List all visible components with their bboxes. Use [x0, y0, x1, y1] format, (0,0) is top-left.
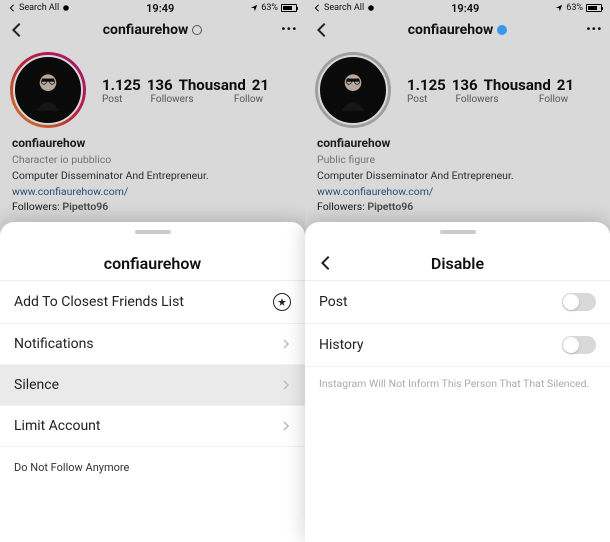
bio-category: Public figure: [317, 152, 598, 168]
battery-icon: [586, 4, 602, 12]
sheet-title-text: confiaurehow: [104, 254, 201, 273]
signal-icon: [62, 4, 70, 12]
verified-badge-icon: [497, 25, 507, 35]
avatar: [318, 55, 388, 125]
bio-website[interactable]: www.confiaurehow.com/: [317, 184, 598, 200]
person-silhouette-icon: [22, 64, 74, 116]
bio-tagline: Computer Disseminator And Entrepreneur.: [317, 168, 598, 184]
followed-by-label: Followers:: [317, 200, 365, 213]
posts-count: 1.125: [102, 76, 141, 94]
left-screen: Search All 19:49 63% confiaurehow ···: [0, 0, 305, 542]
sheet-back-button[interactable]: [317, 254, 335, 272]
followers-label: Followers: [142, 94, 202, 105]
profile-nav: confiaurehow ···: [305, 16, 610, 44]
battery-icon: [281, 4, 297, 12]
bio-website[interactable]: www.confiaurehow.com/: [12, 184, 293, 200]
toggle-post[interactable]: [562, 293, 596, 311]
location-icon: [555, 4, 563, 12]
back-arrow-icon: [313, 4, 321, 12]
posts-count: 1.125: [407, 76, 446, 94]
row-silence[interactable]: Silence: [0, 365, 305, 406]
followers-count: 136: [147, 76, 173, 94]
followed-by-label: Followers:: [12, 200, 60, 213]
sheet-title: confiaurehow: [0, 246, 305, 280]
bio-category: Character: [12, 153, 57, 166]
profile-username-title: confiaurehow: [305, 22, 610, 38]
profile-stats: 1.125 136 Thousand 21 Post Followers Fol…: [102, 52, 295, 128]
search-all-label: Search All: [19, 3, 59, 13]
row-limit-account-label: Limit Account: [14, 418, 100, 434]
disable-sheet: Disable Post History Instagram Will Not …: [305, 222, 610, 542]
battery-percent: 63%: [566, 3, 583, 13]
followed-by-handle[interactable]: Pipetto96: [62, 200, 108, 213]
location-icon: [250, 4, 258, 12]
status-bar: Search All 19:49 63%: [305, 0, 610, 16]
posts-label: Post: [102, 94, 142, 105]
profile-username-title: confiaurehow: [0, 22, 305, 38]
followed-by-handle[interactable]: Pipetto96: [367, 200, 413, 213]
followers-word: Thousand: [179, 76, 246, 94]
followers-label: Followers: [447, 94, 507, 105]
bio-category-suffix: io pubblico: [60, 153, 111, 166]
row-add-close-friends-label: Add To Closest Friends List: [14, 294, 184, 310]
right-screen: Search All 19:49 63% confiaurehow ···: [305, 0, 610, 542]
disable-note: Instagram Will Not Inform This Person Th…: [305, 367, 610, 400]
verified-badge-outline: [192, 25, 202, 35]
row-unfollow[interactable]: Do Not Follow Anymore: [0, 447, 305, 488]
search-all-label: Search All: [324, 3, 364, 13]
follow-label: Follow: [507, 94, 600, 105]
row-limit-account[interactable]: Limit Account: [0, 406, 305, 447]
row-notifications[interactable]: Notifications: [0, 324, 305, 365]
bio-tagline: Computer Disseminator And Entrepreneur.: [12, 168, 293, 184]
toggle-history[interactable]: [562, 336, 596, 354]
avatar-story-ring[interactable]: [10, 52, 86, 128]
posts-label: Post: [407, 94, 447, 105]
profile-nav: confiaurehow ···: [0, 16, 305, 44]
star-circle-icon: [273, 293, 291, 311]
sheet-grab-handle[interactable]: [440, 230, 476, 234]
status-time: 19:49: [146, 2, 174, 15]
sheet-title-text: Disable: [431, 254, 484, 273]
status-time: 19:49: [451, 2, 479, 15]
row-disable-post: Post: [305, 281, 610, 324]
following-count: 21: [557, 76, 574, 94]
back-arrow-icon: [8, 4, 16, 12]
row-disable-history: History: [305, 324, 610, 367]
profile-username-text: confiaurehow: [103, 22, 189, 38]
profile-bio: confiaurehow Character io pubblico Compu…: [0, 132, 305, 217]
avatar: [13, 55, 83, 125]
chevron-left-icon: [317, 254, 335, 272]
person-silhouette-icon: [327, 64, 379, 116]
sheet-grab-handle[interactable]: [135, 230, 171, 234]
follow-label: Follow: [202, 94, 295, 105]
chevron-right-icon: [281, 421, 291, 431]
battery-percent: 63%: [261, 3, 278, 13]
status-bar: Search All 19:49 63%: [0, 0, 305, 16]
row-disable-history-label: History: [319, 337, 364, 353]
row-disable-post-label: Post: [319, 294, 348, 310]
row-add-close-friends[interactable]: Add To Closest Friends List: [0, 281, 305, 324]
bio-name: confiaurehow: [317, 134, 598, 152]
row-notifications-label: Notifications: [14, 336, 94, 352]
profile-stats: 1.125 136 Thousand 21 Post Followers Fol…: [407, 52, 600, 128]
options-sheet: confiaurehow Add To Closest Friends List…: [0, 222, 305, 542]
row-silence-label: Silence: [14, 377, 59, 393]
profile-bio: confiaurehow Public figure Computer Diss…: [305, 132, 610, 217]
profile-username-text: confiaurehow: [408, 22, 494, 38]
chevron-right-icon: [281, 339, 291, 349]
avatar-ring[interactable]: [315, 52, 391, 128]
followers-count: 136: [452, 76, 478, 94]
signal-icon: [367, 4, 375, 12]
sheet-title: Disable: [305, 246, 610, 280]
following-count: 21: [252, 76, 269, 94]
row-unfollow-label: Do Not Follow Anymore: [14, 461, 129, 474]
chevron-right-icon: [281, 380, 291, 390]
bio-name: confiaurehow: [12, 134, 293, 152]
followers-word: Thousand: [484, 76, 551, 94]
